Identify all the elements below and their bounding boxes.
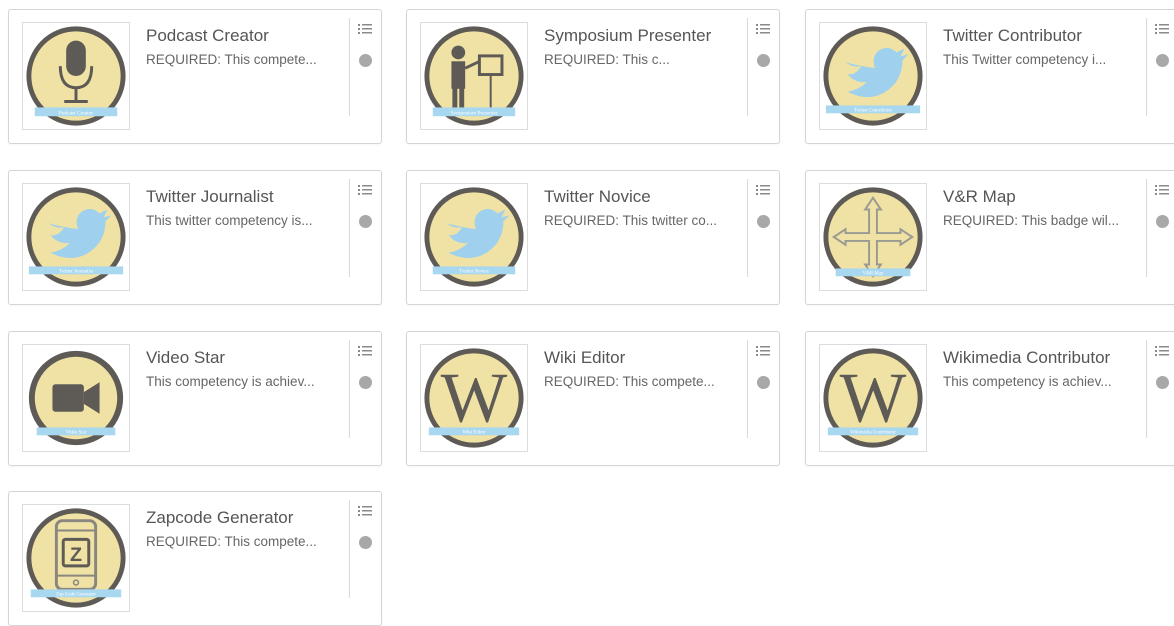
badge-image: Twitter Journalist	[22, 183, 130, 291]
svg-text:Wiki Editor: Wiki Editor	[462, 430, 485, 435]
badge-title[interactable]: Twitter Novice	[544, 187, 651, 207]
list-icon[interactable]	[756, 22, 770, 36]
badge-card-podcast-creator[interactable]: Podcast Creator Podcast Creator REQUIRED…	[8, 9, 382, 144]
badge-image: Symposium Presenter	[420, 22, 528, 130]
svg-text:W: W	[441, 360, 508, 438]
svg-text:Twitter Novice: Twitter Novice	[459, 269, 488, 274]
card-divider	[747, 179, 748, 277]
badge-card-symposium-presenter[interactable]: Symposium Presenter Symposium Presenter …	[406, 9, 780, 144]
badge-card-vr-map[interactable]: V&R Map V&R Map REQUIRED: This badge wil…	[805, 170, 1174, 305]
badge-card-twitter-contributor[interactable]: Twitter Contributor Twitter Contributor …	[805, 9, 1174, 144]
badge-card-zapcode-generator[interactable]: Z Zap Code Generator Zapcode Generator R…	[8, 491, 382, 626]
badge-image: V&R Map	[819, 183, 927, 291]
twitter-bird-icon: Twitter Journalist	[26, 187, 126, 287]
badge-description: REQUIRED: This twitter co...	[544, 213, 718, 228]
status-dot	[359, 536, 372, 549]
badge-description: REQUIRED: This compete...	[146, 52, 317, 67]
badge-title[interactable]: Podcast Creator	[146, 26, 269, 46]
badge-image: W Wiki Editor	[420, 344, 528, 452]
badge-card-video-star[interactable]: Video Star Video Star This competency is…	[8, 331, 382, 466]
badge-image: Podcast Creator	[22, 22, 130, 130]
badge-description: This competency is achiev...	[943, 374, 1112, 389]
arrows-map-icon: V&R Map	[823, 187, 923, 287]
badge-title[interactable]: Video Star	[146, 348, 225, 368]
svg-text:W: W	[840, 360, 907, 438]
badge-title[interactable]: Twitter Journalist	[146, 187, 274, 207]
badge-image: W Wikimedia Contributor	[819, 344, 927, 452]
badge-card-wiki-editor[interactable]: W Wiki Editor Wiki Editor REQUIRED: This…	[406, 331, 780, 466]
status-dot	[757, 215, 770, 228]
svg-text:Wikimedia Contributor: Wikimedia Contributor	[850, 430, 896, 435]
svg-text:V&R Map: V&R Map	[863, 271, 884, 276]
twitter-bird-icon: Twitter Contributor	[823, 26, 923, 126]
badge-image: Video Star	[22, 344, 130, 452]
list-icon[interactable]	[358, 504, 372, 518]
status-dot	[1156, 215, 1169, 228]
card-divider	[1146, 340, 1147, 438]
card-divider	[1146, 179, 1147, 277]
svg-text:Zap Code Generator: Zap Code Generator	[56, 592, 96, 597]
card-divider	[1146, 18, 1147, 116]
microphone-icon: Podcast Creator	[26, 26, 126, 126]
status-dot	[757, 54, 770, 67]
status-dot	[359, 215, 372, 228]
list-icon[interactable]	[358, 344, 372, 358]
card-divider	[349, 179, 350, 277]
card-divider	[349, 18, 350, 116]
card-divider	[747, 340, 748, 438]
svg-text:Twitter Journalist: Twitter Journalist	[59, 269, 94, 274]
status-dot	[359, 376, 372, 389]
status-dot	[757, 376, 770, 389]
badge-image: Twitter Novice	[420, 183, 528, 291]
list-icon[interactable]	[756, 344, 770, 358]
video-camera-icon: Video Star	[28, 350, 124, 446]
list-icon[interactable]	[1155, 22, 1169, 36]
twitter-bird-icon: Twitter Novice	[424, 187, 524, 287]
card-divider	[349, 340, 350, 438]
badge-description: REQUIRED: This compete...	[146, 534, 317, 549]
badge-description: This twitter competency is...	[146, 213, 313, 228]
card-divider	[349, 500, 350, 598]
list-icon[interactable]	[1155, 183, 1169, 197]
badge-description: This competency is achiev...	[146, 374, 315, 389]
badge-card-wikimedia-contributor[interactable]: W Wikimedia Contributor Wikimedia Contri…	[805, 331, 1174, 466]
list-icon[interactable]	[358, 183, 372, 197]
badge-title[interactable]: Twitter Contributor	[943, 26, 1082, 46]
badge-title[interactable]: Wikimedia Contributor	[943, 348, 1110, 368]
status-dot	[359, 54, 372, 67]
status-dot	[1156, 54, 1169, 67]
badge-card-twitter-journalist[interactable]: Twitter Journalist Twitter Journalist Th…	[8, 170, 382, 305]
badge-image: Z Zap Code Generator	[22, 504, 130, 612]
list-icon[interactable]	[756, 183, 770, 197]
badge-description: REQUIRED: This c...	[544, 52, 670, 67]
svg-text:Podcast Creator: Podcast Creator	[59, 110, 93, 116]
svg-text:Video Star: Video Star	[66, 430, 87, 435]
badge-card-twitter-novice[interactable]: Twitter Novice Twitter Novice REQUIRED: …	[406, 170, 780, 305]
badge-title[interactable]: Zapcode Generator	[146, 508, 293, 528]
badge-description: This Twitter competency i...	[943, 52, 1107, 67]
list-icon[interactable]	[1155, 344, 1169, 358]
badge-title[interactable]: V&R Map	[943, 187, 1016, 207]
zapcode-phone-icon: Z Zap Code Generator	[26, 508, 126, 608]
badge-description: REQUIRED: This badge wil...	[943, 213, 1120, 228]
badge-title[interactable]: Wiki Editor	[544, 348, 625, 368]
wikipedia-w-icon: W Wiki Editor	[424, 348, 524, 448]
svg-text:Symposium Presenter: Symposium Presenter	[450, 110, 497, 116]
badge-description: REQUIRED: This compete...	[544, 374, 715, 389]
card-divider	[747, 18, 748, 116]
svg-text:Z: Z	[70, 544, 82, 566]
status-dot	[1156, 376, 1169, 389]
svg-text:Twitter Contributor: Twitter Contributor	[854, 108, 892, 113]
badge-title[interactable]: Symposium Presenter	[544, 26, 711, 46]
badge-image: Twitter Contributor	[819, 22, 927, 130]
list-icon[interactable]	[358, 22, 372, 36]
presenter-icon: Symposium Presenter	[424, 26, 524, 126]
wikipedia-w-icon: W Wikimedia Contributor	[823, 348, 923, 448]
